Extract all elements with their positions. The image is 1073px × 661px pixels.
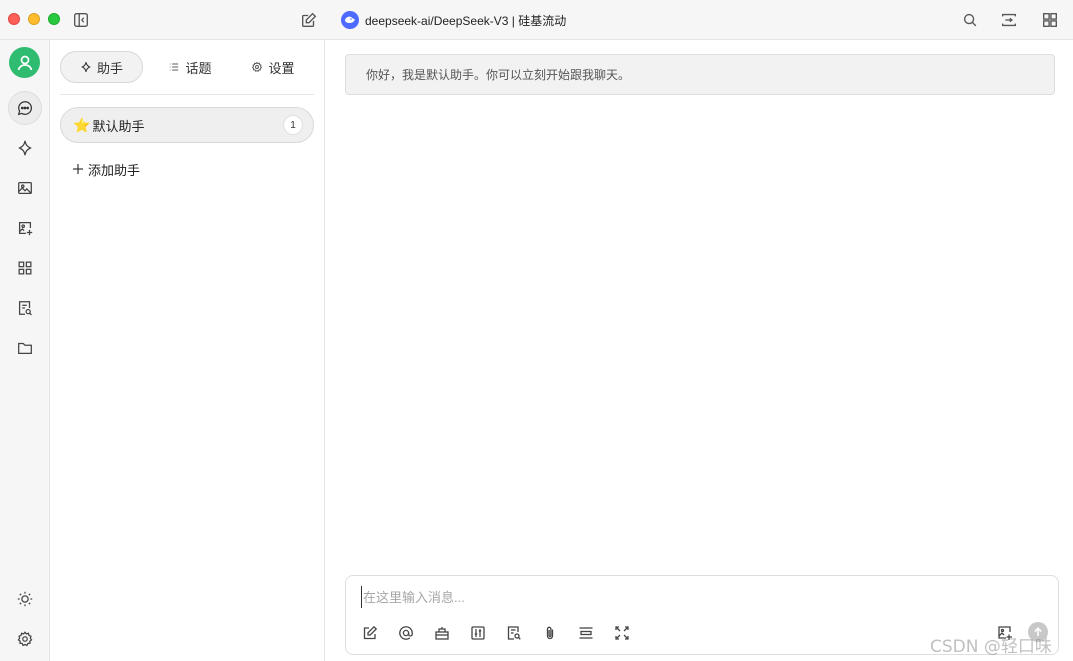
topic-count-badge: 1	[283, 115, 303, 135]
document-search-icon[interactable]	[8, 291, 42, 325]
window-close-button[interactable]	[8, 13, 20, 25]
greeting-text: 你好，我是默认助手。你可以立刻开始跟我聊天。	[366, 68, 631, 82]
deepseek-logo-icon	[341, 11, 359, 29]
paperclip-icon[interactable]	[540, 623, 560, 643]
sparkle-icon[interactable]	[8, 131, 42, 165]
window-minimize-button[interactable]	[28, 13, 40, 25]
model-title: deepseek-ai/DeepSeek-V3 | 硅基流动	[341, 10, 566, 30]
model-title-text: deepseek-ai/DeepSeek-V3 | 硅基流动	[365, 13, 567, 28]
panel-tabs: 助手 话题 设置	[60, 50, 314, 95]
window-zoom-button[interactable]	[48, 13, 60, 25]
edit-icon[interactable]	[360, 623, 380, 643]
assistant-name: 默认助手	[92, 118, 145, 134]
list-icon	[170, 63, 179, 71]
apps-grid-icon[interactable]	[8, 251, 42, 285]
fullscreen-icon[interactable]	[612, 623, 632, 643]
add-assistant-button[interactable]: 添加助手	[72, 159, 140, 179]
tab-assistants[interactable]: 助手	[60, 51, 143, 83]
sparkle-icon	[81, 62, 91, 72]
tab-settings[interactable]: 设置	[238, 51, 308, 83]
sliders-icon[interactable]	[468, 623, 488, 643]
sidebar-toggle-icon[interactable]	[71, 10, 91, 30]
assistant-list-item[interactable]: ⭐️ 默认助手 1	[60, 107, 314, 143]
gear-icon	[252, 61, 263, 72]
divider-icon[interactable]	[576, 623, 596, 643]
chat-icon[interactable]	[8, 91, 42, 125]
add-assistant-label: 添加助手	[88, 162, 141, 178]
image-icon[interactable]	[8, 171, 42, 205]
tab-assistants-label: 助手	[96, 60, 123, 76]
tab-topics[interactable]: 话题	[155, 51, 225, 83]
tab-settings-label: 设置	[268, 60, 295, 76]
watermark: CSDN @轻口味	[930, 637, 1052, 657]
settings-gear-icon[interactable]	[8, 622, 42, 656]
left-rail	[0, 40, 50, 661]
document-search-icon[interactable]	[504, 623, 524, 643]
title-bar: deepseek-ai/DeepSeek-V3 | 硅基流动	[0, 0, 1073, 40]
folder-icon[interactable]	[8, 331, 42, 365]
message-input[interactable]	[361, 586, 1041, 608]
theme-sun-icon[interactable]	[8, 582, 42, 616]
toolbox-icon[interactable]	[432, 623, 452, 643]
user-avatar-icon[interactable]	[9, 47, 40, 78]
assistant-panel: 助手 话题 设置 ⭐️ 默认助手 1 添加助手	[50, 40, 325, 661]
layout-grid-icon[interactable]	[1040, 10, 1060, 30]
tab-topics-label: 话题	[185, 60, 212, 76]
assistant-greeting-message: 你好，我是默认助手。你可以立刻开始跟我聊天。	[345, 54, 1055, 95]
expand-icon[interactable]	[999, 10, 1019, 30]
plus-icon	[73, 164, 83, 174]
image-edit-icon[interactable]	[8, 211, 42, 245]
star-emoji-icon: ⭐️	[73, 116, 91, 133]
mention-at-icon[interactable]	[396, 623, 416, 643]
new-chat-icon[interactable]	[299, 10, 319, 30]
search-icon[interactable]	[960, 10, 980, 30]
